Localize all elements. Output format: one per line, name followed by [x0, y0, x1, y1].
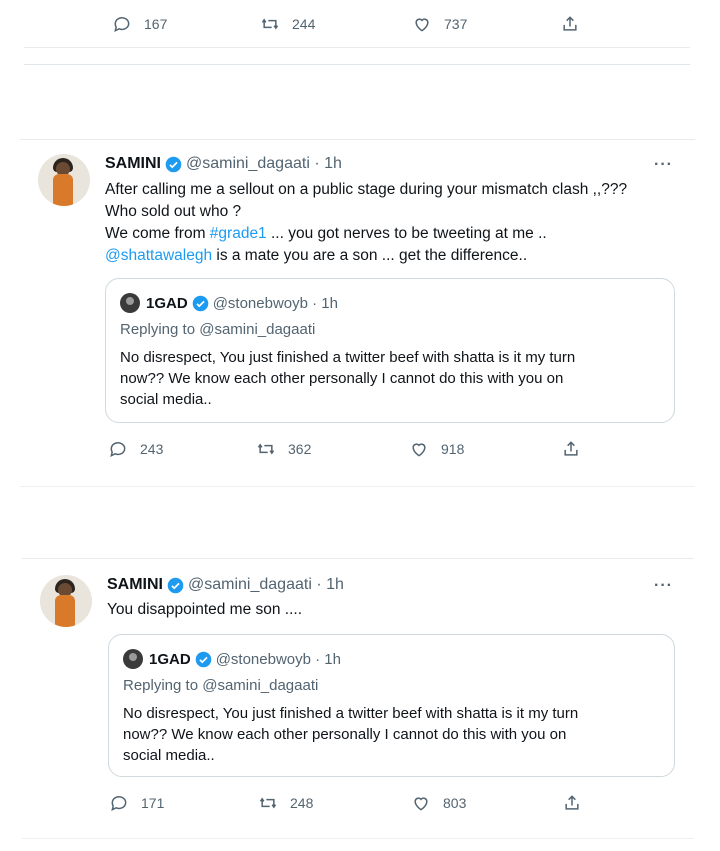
quoted-tweet-header: 1GAD @stonebwoyb · 1h: [120, 293, 338, 313]
display-name[interactable]: SAMINI: [105, 155, 161, 173]
verified-badge-icon: [195, 651, 211, 667]
like-count: 803: [443, 795, 467, 811]
tweet-line: @shattawalegh is a mate you are a son ..…: [105, 247, 528, 264]
retweet-action[interactable]: 244: [260, 14, 315, 34]
verified-badge-icon: [167, 577, 184, 593]
reply-icon: [110, 442, 126, 458]
retweet-count: 362: [288, 441, 312, 457]
share-action[interactable]: [561, 439, 593, 459]
like-count: 918: [441, 441, 465, 457]
quoted-handle-and-time: @stonebwoyb · 1h: [215, 650, 341, 668]
tweet-header: SAMINI @samini_dagaati · 1h: [105, 155, 342, 173]
reply-icon: [111, 796, 127, 812]
reply-count: 171: [141, 795, 165, 811]
heart-icon: [414, 797, 428, 811]
reply-icon: [114, 17, 130, 33]
quoted-avatar: [120, 293, 140, 313]
avatar[interactable]: [40, 575, 92, 627]
quoted-handle-and-time: @stonebwoyb · 1h: [212, 294, 338, 312]
quoted-text: No disrespect, You just finished a twitt…: [123, 703, 668, 766]
tweet-line: We come from #grade1 ... you got nerves …: [105, 225, 547, 242]
retweet-icon: [261, 18, 279, 30]
more-options-icon[interactable]: ···: [654, 577, 673, 595]
retweet-action[interactable]: 362: [256, 439, 311, 459]
quoted-line: now?? We know each other personally I ca…: [120, 370, 564, 387]
reply-action[interactable]: 167: [112, 14, 167, 34]
quoted-text: No disrespect, You just finished a twitt…: [120, 347, 665, 410]
quoted-line: now?? We know each other personally I ca…: [123, 726, 567, 743]
share-icon: [564, 441, 578, 456]
quoted-line: No disrespect, You just finished a twitt…: [123, 705, 579, 722]
handle-and-time[interactable]: @samini_dagaati · 1h: [188, 576, 344, 594]
quoted-tweet-header: 1GAD @stonebwoyb · 1h: [123, 649, 341, 669]
tweet-text: After calling me a sellout on a public s…: [105, 179, 685, 267]
quoted-display-name: 1GAD: [146, 294, 188, 312]
retweet-icon: [259, 797, 277, 809]
retweet-icon: [257, 443, 275, 455]
tweet-card-2[interactable]: SAMINI @samini_dagaati · 1h ··· You disa…: [22, 558, 694, 828]
more-options-icon[interactable]: ···: [654, 156, 673, 174]
tweet-header: SAMINI @samini_dagaati · 1h: [107, 576, 344, 594]
divider: [22, 838, 694, 839]
quoted-line: social media..: [120, 391, 212, 408]
retweet-count: 244: [292, 16, 316, 32]
replying-to: Replying to @samini_dagaati: [120, 321, 316, 338]
handle-and-time[interactable]: @samini_dagaati · 1h: [186, 155, 342, 173]
share-icon: [565, 795, 579, 810]
retweet-action[interactable]: 248: [258, 793, 313, 813]
share-action[interactable]: [562, 793, 594, 813]
reply-action[interactable]: 243: [108, 439, 163, 459]
divider: [24, 64, 690, 65]
quoted-avatar: [123, 649, 143, 669]
like-action[interactable]: 918: [409, 439, 464, 459]
avatar[interactable]: [38, 154, 90, 206]
reply-action[interactable]: 171: [109, 793, 164, 813]
share-icon: [563, 16, 577, 31]
like-action[interactable]: 737: [412, 14, 467, 34]
tweet-text: You disappointed me son ....: [107, 599, 687, 621]
heart-icon: [415, 18, 429, 32]
quoted-display-name: 1GAD: [149, 650, 191, 668]
replying-to: Replying to @samini_dagaati: [123, 677, 319, 694]
reply-count: 243: [140, 441, 164, 457]
quoted-line: No disrespect, You just finished a twitt…: [120, 349, 576, 366]
reply-count: 167: [144, 16, 168, 32]
retweet-count: 248: [290, 795, 314, 811]
share-action[interactable]: [560, 14, 592, 34]
verified-badge-icon: [192, 295, 208, 311]
quoted-tweet[interactable]: 1GAD @stonebwoyb · 1h Replying to @samin…: [105, 278, 675, 423]
tweet-line: After calling me a sellout on a public s…: [105, 181, 628, 198]
tweet-card-previous: 167 244 737: [24, 0, 690, 48]
hashtag-link[interactable]: #grade1: [210, 225, 267, 242]
like-action[interactable]: 803: [411, 793, 466, 813]
quoted-tweet[interactable]: 1GAD @stonebwoyb · 1h Replying to @samin…: [108, 634, 675, 777]
verified-badge-icon: [165, 156, 182, 172]
mention-link[interactable]: @shattawalegh: [105, 247, 212, 264]
heart-icon: [412, 443, 426, 457]
tweet-line: You disappointed me son ....: [107, 601, 303, 618]
quoted-line: social media..: [123, 747, 215, 764]
tweet-card-1[interactable]: SAMINI @samini_dagaati · 1h ··· After ca…: [20, 139, 695, 472]
like-count: 737: [444, 16, 468, 32]
divider: [20, 486, 695, 487]
display-name[interactable]: SAMINI: [107, 576, 163, 594]
tweet-line: Who sold out who ?: [105, 203, 242, 220]
